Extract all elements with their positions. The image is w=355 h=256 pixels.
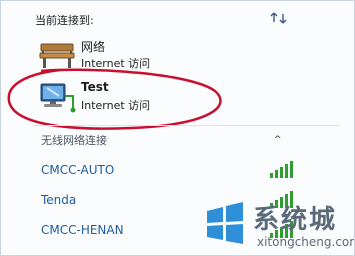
connection-status: Internet 访问 (81, 57, 151, 70)
signal-strength-icon (270, 161, 293, 178)
wireless-section-header[interactable]: 无线网络连接 (41, 132, 107, 148)
computer-network-icon (40, 83, 76, 113)
network-flyout-panel: 当前连接到: 网络 Internet 访问 Test Internet 访问 无… (0, 0, 355, 256)
wifi-item-cmcc-auto[interactable]: CMCC-AUTO (33, 158, 303, 186)
connection-item-network[interactable]: 网络 Internet 访问 (37, 38, 237, 78)
wifi-name: Tenda (41, 193, 77, 207)
signal-strength-icon (270, 221, 293, 238)
chevron-up-icon[interactable]: ^ (274, 135, 282, 145)
section-divider (33, 125, 340, 126)
current-connections-header: 当前连接到: (35, 14, 94, 27)
connection-status: Internet 访问 (81, 99, 151, 112)
wifi-name: CMCC-AUTO (41, 163, 115, 177)
connection-name: Test (81, 80, 109, 94)
wifi-name: CMCC-HENAN (41, 223, 124, 237)
wifi-item-cmcc-henan[interactable]: CMCC-HENAN (33, 218, 303, 246)
wifi-item-tenda[interactable]: Tenda (33, 188, 303, 216)
connection-name: 网络 (81, 40, 106, 54)
refresh-icon[interactable] (270, 10, 288, 26)
connection-item-test[interactable]: Test Internet 访问 (37, 80, 237, 120)
bench-icon (39, 43, 75, 68)
signal-strength-icon (270, 191, 293, 208)
